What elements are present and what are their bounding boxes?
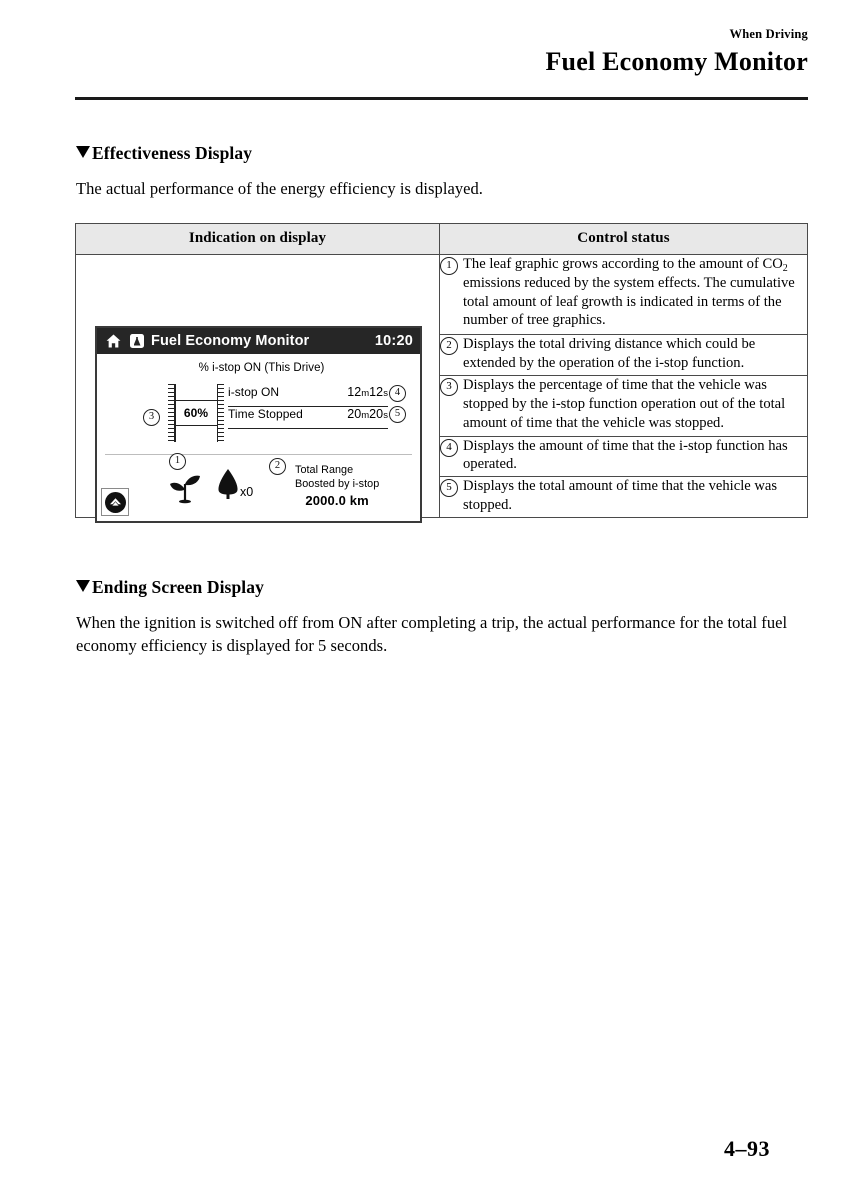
status-number-1: 1 bbox=[440, 257, 458, 275]
page-number: 4–93 bbox=[724, 1136, 770, 1161]
total-range-line2: Boosted by i-stop bbox=[295, 477, 380, 490]
display-illustration-cell: Fuel Economy Monitor 10:20 % i-stop ON (… bbox=[75, 254, 440, 523]
home-icon[interactable] bbox=[106, 334, 121, 348]
stat-value-time-stopped: 20m20s bbox=[347, 407, 388, 421]
status-cell-4: 4 Displays the amount of time that the i… bbox=[439, 435, 808, 478]
status-text-4: Displays the amount of time that the i-s… bbox=[463, 437, 788, 473]
display-body: % i-stop ON (This Drive) 3 60 % i-stop O… bbox=[97, 354, 420, 521]
chevron-up-icon bbox=[109, 498, 121, 506]
gauge-scale-right bbox=[218, 384, 224, 442]
stat-row-istop-on: i-stop ON 12m12s bbox=[228, 385, 388, 407]
total-range-value: 2000.0 km bbox=[305, 492, 369, 508]
callout-1: 1 bbox=[169, 453, 186, 470]
status-text-5: Displays the total amount of time that t… bbox=[463, 478, 778, 514]
callout-2: 2 bbox=[269, 458, 286, 475]
triangle-bullet-icon bbox=[76, 580, 90, 592]
total-range-line1: Total Range bbox=[295, 464, 354, 476]
status-number-4: 4 bbox=[440, 438, 458, 457]
table-header-row: Indication on display Control status bbox=[75, 223, 808, 255]
status-text-3: Displays the percentage of time that the… bbox=[463, 377, 786, 431]
back-up-circle bbox=[104, 491, 126, 513]
page-header: When Driving Fuel Economy Monitor bbox=[75, 28, 808, 75]
column-header-control-status: Control status bbox=[439, 223, 808, 255]
section-heading-effectiveness-display: Effectiveness Display bbox=[76, 143, 252, 164]
total-range-block: Total Range Boosted by i-stop 2000.0 km bbox=[295, 464, 379, 509]
gauge-value-band: 60 % bbox=[174, 400, 218, 426]
section-body-effectiveness-display: The actual performance of the energy eff… bbox=[76, 179, 483, 198]
status-text-2: Displays the total driving distance whic… bbox=[463, 336, 756, 372]
istop-caption: % i-stop ON (This Drive) bbox=[198, 362, 325, 374]
section-heading-ending-screen-display: Ending Screen Display bbox=[76, 577, 264, 598]
gauge-unit: % bbox=[197, 406, 209, 420]
stat-label-time-stopped: Time Stopped bbox=[228, 407, 303, 421]
tree-count: x0 bbox=[240, 485, 254, 499]
triangle-bullet-icon bbox=[76, 146, 90, 158]
header-eyebrow: When Driving bbox=[729, 27, 808, 41]
status-number-2: 2 bbox=[440, 337, 458, 356]
stat-label-istop-on: i-stop ON bbox=[228, 385, 280, 399]
status-text-1: The leaf graphic grows according to the … bbox=[463, 256, 795, 329]
status-cell-1: 1 The leaf graphic grows according to th… bbox=[439, 253, 808, 336]
section-body-ending-screen-display: When the ignition is switched off from O… bbox=[76, 613, 788, 656]
gauge-value: 60 bbox=[183, 406, 198, 420]
column-header-indication: Indication on display bbox=[75, 223, 440, 255]
callout-5: 5 bbox=[389, 406, 406, 423]
status-cell-5: 5 Displays the total amount of time that… bbox=[439, 476, 808, 518]
callout-4: 4 bbox=[389, 385, 406, 402]
tree-icon bbox=[218, 469, 238, 499]
sprout-icon bbox=[170, 475, 200, 504]
media-source-icon[interactable] bbox=[130, 334, 144, 348]
display-title: Fuel Economy Monitor bbox=[151, 333, 310, 349]
status-number-3: 3 bbox=[440, 378, 458, 397]
istop-stats-table: i-stop ON 12m12s Time Stopped 20m20s bbox=[228, 385, 388, 429]
display-clock: 10:20 bbox=[374, 333, 413, 349]
display-divider bbox=[105, 454, 412, 455]
stat-row-time-stopped: Time Stopped 20m20s bbox=[228, 407, 388, 429]
table-row: Fuel Economy Monitor 10:20 % i-stop ON (… bbox=[75, 253, 808, 523]
stat-value-istop-on: 12m12s bbox=[347, 385, 388, 399]
section-heading-label: Ending Screen Display bbox=[92, 577, 264, 597]
callout-3: 3 bbox=[143, 409, 160, 426]
page-title: Fuel Economy Monitor bbox=[545, 46, 808, 76]
display-header-bar: Fuel Economy Monitor 10:20 bbox=[97, 328, 420, 354]
status-cell-3: 3 Displays the percentage of time that t… bbox=[439, 375, 808, 437]
section-heading-label: Effectiveness Display bbox=[92, 143, 253, 163]
header-rule bbox=[75, 97, 808, 100]
status-cell-2: 2 Displays the total driving distance wh… bbox=[439, 334, 808, 377]
status-number-5: 5 bbox=[440, 479, 458, 498]
back-up-button[interactable] bbox=[101, 488, 129, 516]
indication-control-table: Indication on display Control status Fue… bbox=[75, 223, 808, 523]
istop-percentage-gauge: 60 % bbox=[168, 384, 224, 442]
vehicle-display-panel: Fuel Economy Monitor 10:20 % i-stop ON (… bbox=[95, 326, 422, 523]
